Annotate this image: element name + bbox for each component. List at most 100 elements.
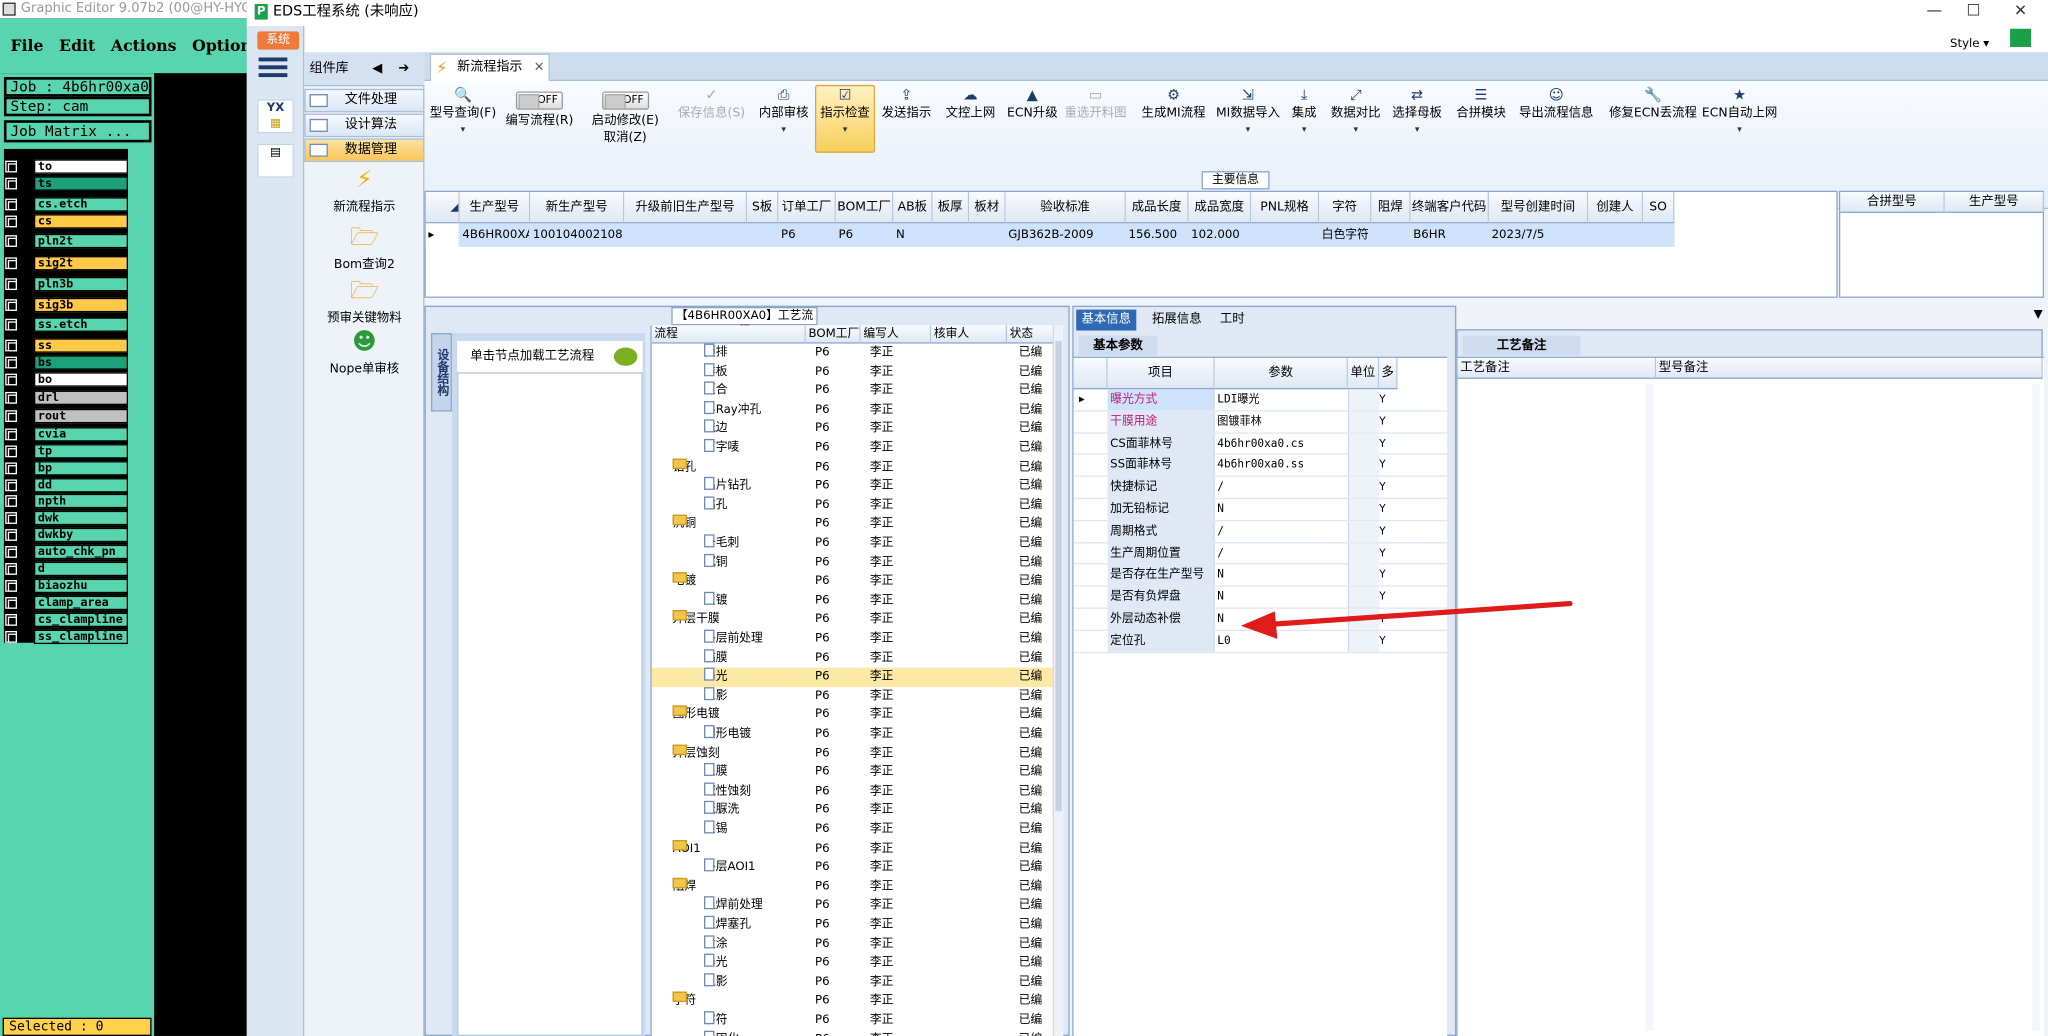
param-value[interactable]: 图镀菲林	[1215, 411, 1348, 432]
layer-row-13[interactable]: rout	[5, 408, 128, 424]
main-col-16[interactable]: 型号创建时间	[1488, 192, 1589, 224]
node-tree[interactable]	[457, 372, 643, 1036]
main-col-11[interactable]: 成品宽度	[1188, 192, 1252, 224]
merge-col-production-model[interactable]: 生产型号	[1944, 192, 2045, 213]
ecn-auto-online-button[interactable]: ★ ECN自动上网 ▾	[1702, 86, 1777, 138]
info-dropdown-icon[interactable]: ▼	[2034, 308, 2043, 321]
comp-item-prereview[interactable]: 🗁 预审关键物料	[304, 278, 424, 326]
flow-row[interactable]: −沉铜 P6 李正 已编	[652, 515, 1063, 534]
flow-row[interactable]: 阻焊塞孔 P6 李正 已编	[652, 915, 1063, 935]
remark-scrollbar[interactable]	[1645, 384, 1654, 1031]
main-cell-6[interactable]: N	[893, 223, 933, 247]
flow-row[interactable]: 退锡 P6 李正 已编	[652, 820, 1063, 839]
main-cell-13[interactable]: 白色字符	[1319, 223, 1372, 247]
layer-row-24[interactable]: clamp_area	[5, 595, 128, 611]
layer-checkbox[interactable]	[5, 373, 17, 386]
flow-row[interactable]: 沉铜 P6 李正 已编	[652, 553, 1063, 572]
layer-name[interactable]: bo	[33, 372, 128, 387]
flow-row[interactable]: −阻焊 P6 李正 已编	[652, 877, 1063, 897]
main-col-0[interactable]: 生产型号	[459, 192, 531, 224]
main-cell-11[interactable]: 102.000	[1188, 223, 1252, 247]
flow-row[interactable]: 阻焊前处理 P6 李正 已编	[652, 896, 1063, 916]
main-col-7[interactable]: 板厚	[932, 192, 970, 224]
layer-checkbox[interactable]	[5, 597, 17, 609]
layer-row-4[interactable]: pln2t	[5, 233, 128, 249]
layer-row-9[interactable]: ss	[5, 338, 128, 353]
layer-checkbox[interactable]	[5, 529, 17, 541]
hamburger-icon[interactable]	[258, 57, 288, 81]
param-row[interactable]: 外层动态补偿 N Y	[1073, 608, 1448, 631]
layer-checkbox[interactable]	[5, 215, 17, 228]
layer-name[interactable]: to	[33, 159, 128, 174]
layer-row-2[interactable]: cs.etch	[5, 197, 128, 212]
main-col-2[interactable]: 升级前旧生产型号	[624, 192, 748, 224]
param-value[interactable]: N	[1215, 499, 1348, 520]
flow-row[interactable]: 终固化 P6 李正 已编	[652, 1030, 1063, 1036]
layer-checkbox[interactable]	[5, 546, 17, 558]
main-cell-2[interactable]	[624, 223, 748, 247]
send-instruction-button[interactable]: ⇪ 发送指示	[882, 86, 932, 121]
layer-checkbox[interactable]	[5, 299, 17, 311]
layer-checkbox[interactable]	[5, 257, 17, 270]
layer-name[interactable]: rout	[33, 408, 128, 424]
flow-row[interactable]: 字符 P6 李正 已编	[652, 1011, 1063, 1030]
menu-edit[interactable]: Edit	[59, 37, 95, 55]
main-col-13[interactable]: 字符	[1319, 192, 1372, 224]
main-cell-4[interactable]: P6	[778, 223, 836, 247]
layer-row-20[interactable]: dwkby	[5, 527, 128, 543]
model-query-button[interactable]: 🔍 型号查询(F) ▾	[430, 86, 496, 138]
param-value[interactable]: L0	[1215, 631, 1348, 652]
tab-work-hours[interactable]: 工时	[1215, 310, 1250, 331]
select-motherboard-button[interactable]: ⇄ 选择母板 ▾	[1392, 86, 1442, 138]
flow-row[interactable]: 打字唛 P6 李正 已编	[652, 438, 1063, 458]
flow-row[interactable]: 图形电镀 P6 李正 已编	[652, 725, 1063, 744]
layer-name[interactable]: ss.etch	[33, 317, 128, 332]
param-col-unit[interactable]: 单位	[1347, 357, 1380, 390]
toggle-switch[interactable]: OFF	[515, 91, 563, 110]
main-cell-5[interactable]: P6	[835, 223, 894, 247]
flow-row[interactable]: −字符 P6 李正 已编	[652, 992, 1063, 1011]
instruction-check-button[interactable]: ☑ 指示检查 ▾	[815, 84, 876, 153]
layer-name[interactable]: dwk	[33, 510, 128, 526]
flow-row[interactable]: 铣边 P6 李正 已编	[652, 419, 1063, 439]
ecn-upgrade-button[interactable]: ▲ ECN升级	[1007, 86, 1058, 121]
param-row[interactable]: 定位孔 L0 Y	[1073, 630, 1448, 653]
remark-col-process[interactable]: 工艺备注	[1457, 357, 1657, 379]
close-tab-icon[interactable]: ×	[534, 55, 545, 81]
main-cell-0[interactable]: 4B6HR00XA0	[459, 223, 531, 247]
flow-row[interactable]: −AOI1 P6 李正 已编	[652, 839, 1063, 858]
layer-checkbox[interactable]	[5, 410, 17, 422]
main-col-10[interactable]: 成品长度	[1125, 192, 1189, 224]
generate-mi-flow-button[interactable]: ⚙ 生成MI流程	[1142, 86, 1206, 121]
comp-item-new-flow[interactable]: ⚡ 新流程指示	[304, 167, 424, 215]
comp-item-bom-query[interactable]: 🗁 Bom查询2	[304, 224, 424, 272]
layer-name[interactable]: sig2t	[33, 256, 128, 271]
remark-col-model[interactable]: 型号备注	[1656, 357, 2043, 379]
layer-name[interactable]: cs	[33, 214, 128, 229]
flow-row[interactable]: 压合 P6 李正 已编	[652, 381, 1063, 401]
save-info-button[interactable]: ✓ 保存信息(S)	[678, 86, 745, 121]
param-row[interactable]: 是否存在生产型号 N Y	[1073, 564, 1448, 587]
main-cell-15[interactable]: B6HR	[1410, 223, 1489, 247]
merge-col-merge-model[interactable]: 合拼型号	[1840, 192, 1945, 213]
tab-new-flow[interactable]: ⚡ 新流程指示 ×	[429, 53, 550, 81]
layer-checkbox[interactable]	[5, 160, 17, 173]
main-cell-8[interactable]	[969, 223, 1006, 247]
layer-row-23[interactable]: biaozhu	[5, 578, 128, 594]
close-icon[interactable]: ✕	[2007, 0, 2033, 24]
layer-checkbox[interactable]	[5, 356, 17, 369]
main-cell-14[interactable]	[1371, 223, 1411, 247]
layer-row-10[interactable]: bs	[5, 355, 128, 370]
flow-row[interactable]: 喷涂 P6 李正 已编	[652, 934, 1063, 954]
flow-row[interactable]: 排板 P6 李正 已编	[652, 362, 1063, 382]
flow-row[interactable]: 外层前处理 P6 李正 已编	[652, 629, 1063, 649]
tab-basic-info[interactable]: 基本信息	[1076, 309, 1137, 331]
main-cell-1[interactable]: 10010400210840	[530, 223, 625, 247]
flow-row[interactable]: X-Ray冲孔 P6 李正 已编	[652, 400, 1063, 420]
flow-row[interactable]: −图形电镀 P6 李正 已编	[652, 705, 1063, 725]
layer-row-16[interactable]: bp	[5, 461, 128, 476]
param-value[interactable]: /	[1215, 477, 1348, 498]
layer-row-22[interactable]: d	[5, 561, 128, 577]
comp-file-processing[interactable]: 文件处理	[304, 88, 425, 113]
flow-row[interactable]: 曝光 P6 李正 已编	[652, 953, 1063, 973]
